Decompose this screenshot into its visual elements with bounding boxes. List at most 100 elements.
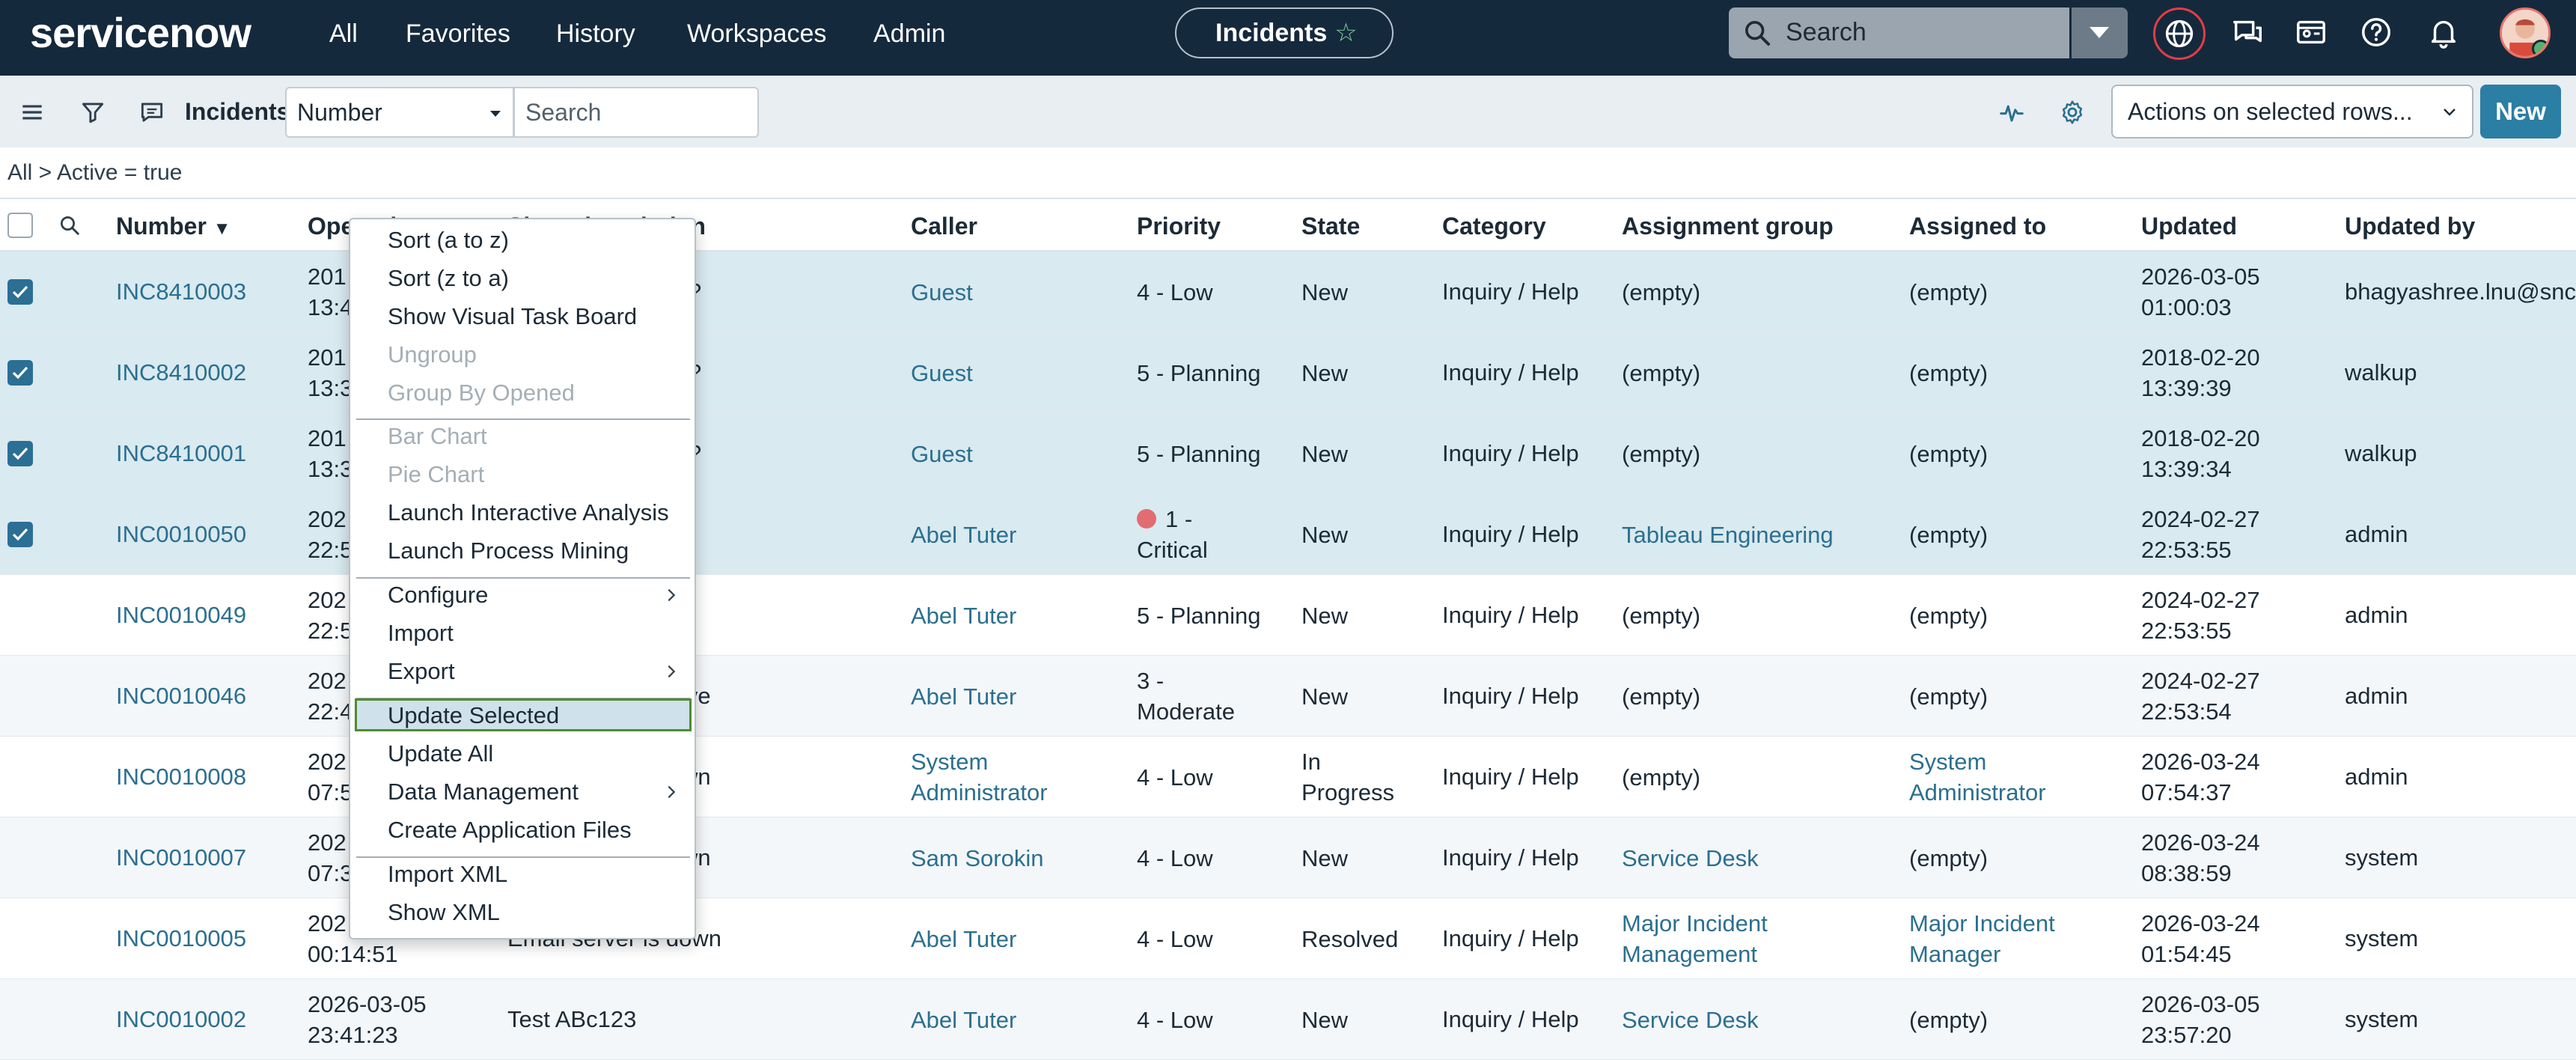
assignment-group-link[interactable]: Service Desk — [1622, 843, 1759, 874]
caller-link[interactable]: Abel Tuter — [911, 1005, 1016, 1035]
user-avatar[interactable] — [2500, 7, 2551, 58]
help-icon[interactable] — [2359, 15, 2393, 49]
incident-number-link[interactable]: INC0010002 — [116, 1004, 246, 1035]
incident-number-link[interactable]: INC8410003 — [116, 276, 246, 307]
list-title[interactable]: Incidents — [185, 97, 290, 127]
chat-icon[interactable] — [2230, 15, 2265, 49]
menu-item-import-xml[interactable]: Import XML — [388, 859, 507, 889]
caller-link[interactable]: Abel Tuter — [911, 924, 1016, 954]
language-selector[interactable] — [2153, 7, 2206, 60]
incident-number-link[interactable]: INC0010050 — [116, 519, 246, 549]
assigned-to-link[interactable]: System Administrator — [1909, 746, 2046, 808]
column-header-caller[interactable]: Caller — [911, 210, 977, 243]
menu-item-update-selected[interactable]: Update Selected — [388, 701, 559, 731]
menu-item-show-xml[interactable]: Show XML — [388, 898, 500, 928]
row-checkbox[interactable] — [7, 522, 33, 547]
actions-on-selected-select[interactable]: Actions on selected rows... — [2111, 85, 2473, 138]
search-icon[interactable] — [58, 214, 81, 237]
menu-item-export[interactable]: Export — [388, 657, 455, 686]
search-scope-dropdown[interactable] — [2072, 7, 2128, 58]
nav-menu-favorites[interactable]: Favorites — [406, 16, 510, 51]
menu-item-import[interactable]: Import — [388, 618, 454, 648]
nav-menu-admin[interactable]: Admin — [873, 16, 945, 51]
menu-item-data-management[interactable]: Data Management — [388, 777, 579, 807]
incident-number-link[interactable]: INC0010046 — [116, 680, 246, 711]
incident-number-link[interactable]: INC0010007 — [116, 842, 246, 873]
column-header-state[interactable]: State — [1301, 210, 1360, 243]
column-header-updated[interactable]: Updated — [2141, 210, 2237, 243]
updated-cell-line: 2024-02-27 — [2141, 587, 2260, 613]
new-button[interactable]: New — [2480, 85, 2561, 138]
caller-link[interactable]: Abel Tuter — [911, 520, 1016, 550]
pulse-icon[interactable] — [1997, 98, 2026, 127]
table-row[interactable]: INC0010002 2026-03-05 23:41:23 Test ABc123 A… — [0, 979, 2576, 1060]
incident-number-link[interactable]: INC8410002 — [116, 357, 246, 388]
star-icon[interactable]: ☆ — [1334, 19, 1357, 47]
nav-menu-history[interactable]: History — [556, 16, 635, 51]
state-cell: New — [1301, 681, 1348, 712]
column-header-category[interactable]: Category — [1442, 210, 1546, 243]
nav-menu-workspaces[interactable]: Workspaces — [687, 16, 826, 51]
caller-link[interactable]: Abel Tuter — [911, 600, 1016, 631]
state-cell-line: New — [1301, 440, 1349, 467]
assigned-to-link[interactable]: Major Incident Manager — [1909, 908, 2055, 969]
incident-number-link[interactable]: INC0010008 — [116, 761, 246, 792]
column-header-assignment-group[interactable]: Assignment group — [1622, 210, 1834, 243]
incident-number-link[interactable]: INC8410001 — [116, 438, 246, 469]
row-checkbox[interactable] — [7, 441, 33, 466]
gear-icon[interactable] — [2058, 98, 2087, 127]
priority-cell: 4 - Low — [1137, 277, 1213, 308]
state-cell: New — [1301, 1005, 1348, 1035]
incident-number-link[interactable]: INC0010005 — [116, 923, 246, 954]
chevron-right-icon — [668, 588, 676, 602]
bell-icon[interactable] — [2426, 15, 2461, 49]
filter-icon[interactable] — [79, 98, 107, 127]
assigned-to-cell: (empty) — [1909, 277, 1988, 308]
contacts-icon[interactable] — [2294, 15, 2328, 49]
assignment-group-link[interactable]: Service Desk — [1622, 1005, 1759, 1035]
assignment-group-link[interactable]: Major Incident Management — [1622, 908, 1768, 969]
updated-cell-line: 23:57:20 — [2141, 1022, 2232, 1048]
updated-by-cell: walkup — [2345, 359, 2417, 386]
caller-link[interactable]: System Administrator — [911, 746, 1048, 808]
menu-item-show-visual-task-board[interactable]: Show Visual Task Board — [388, 302, 637, 332]
incident-number-link[interactable]: INC0010049 — [116, 600, 246, 630]
assignment-group-cell-line: (empty) — [1622, 278, 1701, 305]
opened-cell-line: 23:41:23 — [308, 1022, 398, 1048]
hamburger-icon[interactable] — [18, 98, 46, 127]
select-all-checkbox[interactable] — [7, 213, 33, 238]
column-header-assigned-to[interactable]: Assigned to — [1909, 210, 2046, 243]
menu-item-update-all[interactable]: Update All — [388, 739, 493, 769]
nav-menu-all[interactable]: All — [329, 16, 358, 51]
updated-cell: 2024-02-27 22:53:55 — [2141, 585, 2260, 646]
caller-link[interactable]: Sam Sorokin — [911, 843, 1043, 874]
menu-item-configure[interactable]: Configure — [388, 580, 488, 610]
column-header-updated-by[interactable]: Updated by — [2345, 210, 2475, 243]
menu-item-create-application-files[interactable]: Create Application Files — [388, 815, 632, 845]
list-search-input[interactable]: Search — [513, 87, 759, 138]
menu-item-launch-process-mining[interactable]: Launch Process Mining — [388, 536, 629, 566]
menu-item-sort-a-to-z[interactable]: Sort (a to z) — [388, 225, 509, 255]
column-header-priority[interactable]: Priority — [1137, 210, 1221, 243]
caller-link[interactable]: Guest — [911, 439, 973, 469]
row-checkbox[interactable] — [7, 360, 33, 386]
global-search[interactable]: Search — [1729, 7, 2069, 58]
menu-item-sort-z-to-a[interactable]: Sort (z to a) — [388, 264, 509, 293]
caller-link[interactable]: Guest — [911, 277, 973, 308]
column-header-number[interactable]: Number ▼ — [116, 210, 231, 246]
caller-link-line: Administrator — [911, 779, 1048, 805]
comment-icon[interactable] — [138, 98, 166, 127]
servicenow-logo[interactable]: servicenow — [30, 6, 251, 60]
assignment-group-link[interactable]: Tableau Engineering — [1622, 520, 1834, 550]
caller-link[interactable]: Guest — [911, 358, 973, 389]
menu-item-launch-interactive-analysis[interactable]: Launch Interactive Analysis — [388, 498, 669, 528]
opened-cell-line: 22:5 — [308, 537, 353, 563]
context-pill-incidents[interactable]: Incidents ☆ — [1175, 7, 1394, 58]
breadcrumb[interactable]: All > Active = true — [7, 158, 182, 188]
category-cell: Inquiry / Help — [1442, 278, 1579, 305]
caller-link[interactable]: Abel Tuter — [911, 681, 1016, 712]
updated-by-cell: admin — [2345, 683, 2408, 709]
row-checkbox[interactable] — [7, 279, 33, 305]
search-field-select[interactable]: Number — [285, 87, 514, 138]
assigned-to-cell: (empty) — [1909, 439, 1988, 469]
